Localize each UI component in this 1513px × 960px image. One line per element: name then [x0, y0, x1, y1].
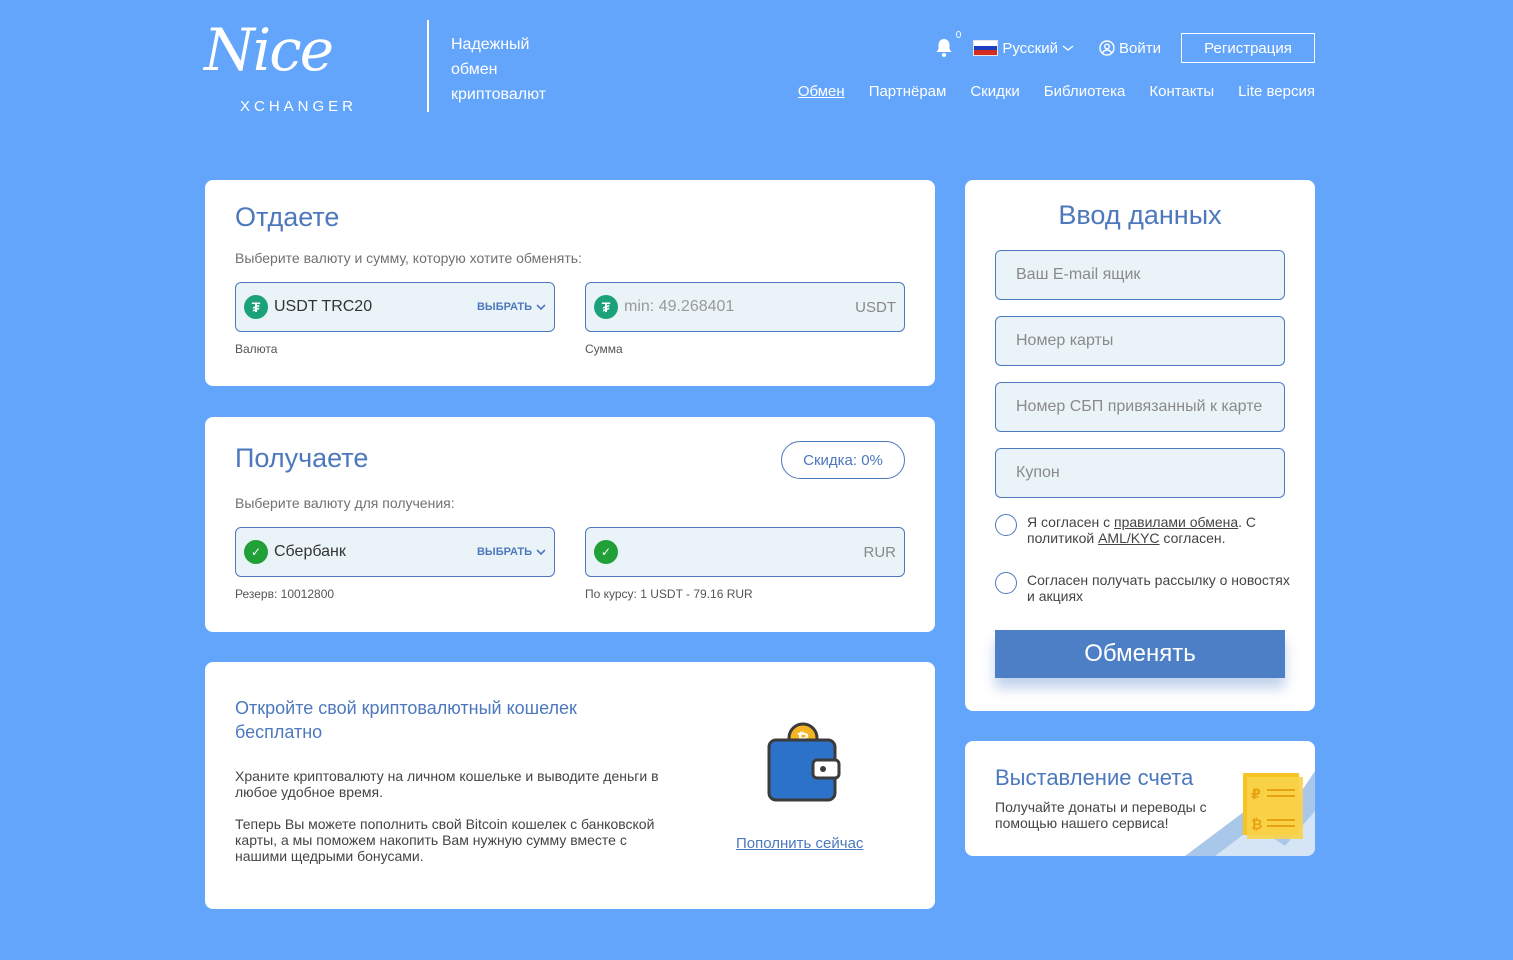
topbar: 0 Русский Войти Регистрация [935, 30, 1315, 63]
language-select[interactable]: Русский [973, 40, 1075, 57]
invoice-icon: ₽ ₿ [1185, 771, 1315, 856]
reserve-text: Резерв: 10012800 [235, 587, 335, 601]
get-choose-label: ВЫБРАТЬ [477, 546, 546, 558]
give-currency-name: USDT TRC20 [274, 298, 373, 315]
give-amount-input[interactable]: min: 49.268401 [624, 298, 855, 316]
chevron-down-icon [536, 304, 546, 311]
give-choose-label: ВЫБРАТЬ [477, 301, 546, 313]
header-divider [427, 20, 429, 112]
svg-text:₿: ₿ [1251, 817, 1262, 833]
invoice-card[interactable]: Выставление счета Получайте донаты и пер… [965, 741, 1315, 856]
svg-text:₽: ₽ [1251, 787, 1261, 803]
give-card: Отдаете Выберите валюту и сумму, которую… [205, 180, 935, 386]
get-amount-field[interactable]: ✓ RUR [585, 527, 905, 577]
logo[interactable]: Nice XCHANGER [204, 10, 374, 118]
logo-sub: XCHANGER [240, 98, 358, 115]
give-amount-field[interactable]: ₮ min: 49.268401 USDT [585, 282, 905, 332]
wallet-promo-card: Откройте свой криптовалютный кошелек бес… [205, 662, 935, 909]
russia-flag-icon [973, 40, 999, 56]
card-number-field[interactable] [995, 316, 1285, 366]
invoice-title: Выставление счета [995, 765, 1194, 790]
give-currency-select[interactable]: ₮ USDT TRC20 ВЫБРАТЬ [235, 282, 555, 332]
sberbank-icon: ✓ [244, 540, 268, 564]
give-title: Отдаете [235, 202, 340, 232]
data-entry-card: Ввод данных Я согласен с правилами обмен… [965, 180, 1315, 711]
give-unit: USDT [855, 298, 896, 316]
nav-library[interactable]: Библиотека [1044, 83, 1126, 100]
exchange-rules-link[interactable]: правилами обмена [1114, 514, 1238, 530]
wallet-text-2: Теперь Вы можете пополнить свой Bitcoin … [235, 816, 655, 864]
sbp-number-field[interactable] [995, 382, 1285, 432]
newsletter-radio[interactable] [995, 572, 1017, 594]
email-field[interactable] [995, 250, 1285, 300]
agree-rules-radio[interactable] [995, 514, 1017, 536]
user-icon [1099, 40, 1115, 56]
tether-icon: ₮ [244, 295, 268, 319]
wallet-bitcoin-icon: ₿ [767, 722, 841, 802]
tether-icon: ₮ [594, 295, 618, 319]
nav-discounts[interactable]: Скидки [970, 83, 1019, 100]
nav-contacts[interactable]: Контакты [1149, 83, 1214, 100]
wallet-title: Откройте свой криптовалютный кошелек бес… [235, 698, 577, 742]
register-button[interactable]: Регистрация [1181, 33, 1315, 63]
get-title: Получаете [235, 443, 369, 473]
aml-kyc-link[interactable]: AML/KYC [1098, 530, 1159, 546]
data-title: Ввод данных [1058, 200, 1222, 230]
logo-script: Nice [204, 16, 334, 84]
nav-lite-version[interactable]: Lite версия [1238, 83, 1315, 100]
main-nav: Обмен Партнёрам Скидки Библиотека Контак… [798, 83, 1315, 100]
tagline-line-1: Надежный [451, 36, 530, 53]
exchange-button[interactable]: Обменять [995, 630, 1285, 678]
coupon-field[interactable] [995, 448, 1285, 498]
agree-rules-text: Я согласен с правилами обмена. С политик… [1027, 514, 1257, 546]
get-currency-name: Сбербанк [274, 543, 346, 560]
get-card: Получаете Скидка: 0% Выберите валюту для… [205, 417, 935, 632]
login-label: Войти [1119, 39, 1161, 57]
wallet-text-1: Храните криптовалюту на личном кошельке … [235, 768, 659, 800]
newsletter-checkbox[interactable]: Согласен получать рассылку о новостях и … [995, 572, 1295, 604]
get-unit: RUR [863, 543, 897, 561]
agree-rules-checkbox[interactable]: Я согласен с правилами обмена. С политик… [995, 514, 1295, 546]
login-link[interactable]: Войти [1099, 40, 1161, 57]
chevron-down-icon [536, 549, 546, 556]
give-hint: Выберите валюту и сумму, которую хотите … [235, 250, 582, 266]
topup-now-link[interactable]: Пополнить сейчас [736, 835, 863, 852]
nav-partners[interactable]: Партнёрам [869, 83, 947, 100]
give-amount-caption: Сумма [585, 342, 623, 356]
nav-exchange[interactable]: Обмен [798, 83, 845, 100]
chevron-down-icon [1062, 45, 1074, 51]
sberbank-icon: ✓ [594, 540, 618, 564]
language-label: Русский [1002, 39, 1059, 57]
rate-text: По курсу: 1 USDT - 79.16 RUR [585, 587, 753, 601]
give-currency-caption: Валюта [235, 342, 278, 356]
discount-badge[interactable]: Скидка: 0% [781, 441, 905, 479]
notifications-button[interactable]: 0 [935, 30, 961, 58]
newsletter-text: Согласен получать рассылку о новостях и … [1027, 572, 1290, 604]
tagline-line-3: криптовалют [451, 86, 547, 103]
get-hint: Выберите валюту для получения: [235, 495, 455, 511]
notification-count: 0 [955, 30, 962, 41]
get-currency-select[interactable]: ✓ Сбербанк ВЫБРАТЬ [235, 527, 555, 577]
tagline-line-2: обмен [451, 61, 498, 78]
tagline: Надежный обмен криптовалют [451, 32, 581, 107]
bell-icon [936, 39, 952, 57]
